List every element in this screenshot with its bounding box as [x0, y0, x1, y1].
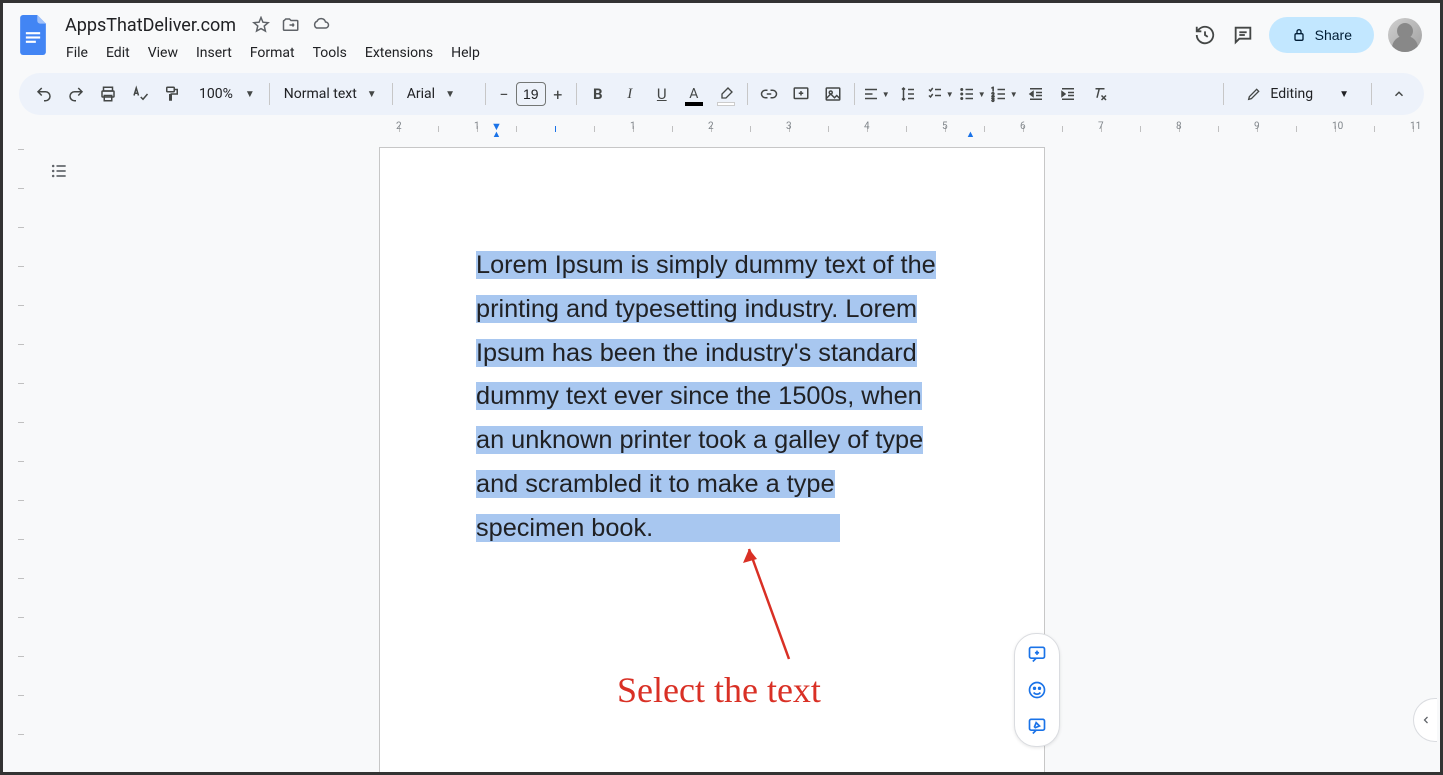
vertical-ruler[interactable]: [13, 139, 29, 772]
zoom-select[interactable]: 100%▼: [189, 79, 263, 109]
numbered-list-button[interactable]: 123▼: [989, 79, 1019, 109]
print-button[interactable]: [93, 79, 123, 109]
editing-mode-button[interactable]: Editing ▼: [1236, 79, 1359, 109]
menu-file[interactable]: File: [59, 41, 95, 65]
menu-insert[interactable]: Insert: [189, 41, 239, 65]
font-size-increase[interactable]: +: [546, 82, 570, 106]
move-icon[interactable]: [282, 16, 300, 34]
highlight-button[interactable]: [711, 79, 741, 109]
font-size-decrease[interactable]: −: [492, 82, 516, 106]
checklist-button[interactable]: ▼: [925, 79, 955, 109]
add-comment-side-button[interactable]: [1019, 642, 1055, 666]
app-header: AppsThatDeliver.com File Edit View Inser…: [3, 3, 1440, 67]
menu-format[interactable]: Format: [243, 41, 302, 65]
comments-icon[interactable]: [1231, 23, 1255, 47]
style-select[interactable]: Normal text▼: [276, 79, 386, 109]
document-title[interactable]: AppsThatDeliver.com: [59, 13, 242, 38]
align-button[interactable]: ▼: [861, 79, 891, 109]
redo-button[interactable]: [61, 79, 91, 109]
user-avatar[interactable]: [1388, 18, 1422, 52]
underline-button[interactable]: U: [647, 79, 677, 109]
share-button[interactable]: Share: [1269, 17, 1374, 53]
add-reaction-button[interactable]: [1019, 678, 1055, 702]
line-spacing-button[interactable]: [893, 79, 923, 109]
history-icon[interactable]: [1193, 23, 1217, 47]
hanging-indent-icon[interactable]: ▲: [491, 128, 502, 137]
spellcheck-button[interactable]: [125, 79, 155, 109]
font-select[interactable]: Arial▼: [399, 79, 479, 109]
toolbar: 100%▼ Normal text▼ Arial▼ − + B I U A ▼ …: [19, 73, 1424, 115]
text-color-button[interactable]: A: [679, 79, 709, 109]
paint-format-button[interactable]: [157, 79, 187, 109]
menu-tools[interactable]: Tools: [306, 41, 354, 65]
document-page[interactable]: Lorem Ipsum is simply dummy text of the …: [379, 147, 1045, 772]
title-area: AppsThatDeliver.com File Edit View Inser…: [59, 11, 1193, 67]
star-icon[interactable]: [252, 16, 270, 34]
share-label: Share: [1315, 27, 1352, 43]
document-body-text[interactable]: Lorem Ipsum is simply dummy text of the …: [476, 244, 948, 550]
menu-help[interactable]: Help: [444, 41, 487, 65]
bold-button[interactable]: B: [583, 79, 613, 109]
right-indent-icon[interactable]: ▲: [965, 128, 976, 137]
clear-formatting-button[interactable]: [1085, 79, 1115, 109]
header-right: Share: [1193, 11, 1428, 53]
insert-link-button[interactable]: [754, 79, 784, 109]
add-comment-button[interactable]: [786, 79, 816, 109]
document-scroll[interactable]: Lorem Ipsum is simply dummy text of the …: [29, 139, 1440, 772]
horizontal-ruler[interactable]: ▼ ▲ ▲: [39, 121, 1424, 137]
font-size-input[interactable]: [516, 82, 546, 106]
menu-extensions[interactable]: Extensions: [358, 41, 440, 65]
undo-button[interactable]: [29, 79, 59, 109]
cloud-status-icon[interactable]: [312, 16, 330, 34]
collapse-toolbar-button[interactable]: [1384, 79, 1414, 109]
increase-indent-button[interactable]: [1053, 79, 1083, 109]
document-area: Lorem Ipsum is simply dummy text of the …: [3, 139, 1440, 772]
font-size-control: − +: [492, 82, 570, 106]
suggest-edits-button[interactable]: [1019, 714, 1055, 738]
bullet-list-button[interactable]: ▼: [957, 79, 987, 109]
svg-text:3: 3: [991, 98, 994, 104]
italic-button[interactable]: I: [615, 79, 645, 109]
insert-image-button[interactable]: [818, 79, 848, 109]
docs-logo-icon[interactable]: [15, 11, 51, 59]
menu-bar: File Edit View Insert Format Tools Exten…: [59, 39, 1193, 67]
decrease-indent-button[interactable]: [1021, 79, 1051, 109]
side-tools: [1014, 633, 1060, 747]
menu-edit[interactable]: Edit: [99, 41, 137, 65]
menu-view[interactable]: View: [141, 41, 185, 65]
